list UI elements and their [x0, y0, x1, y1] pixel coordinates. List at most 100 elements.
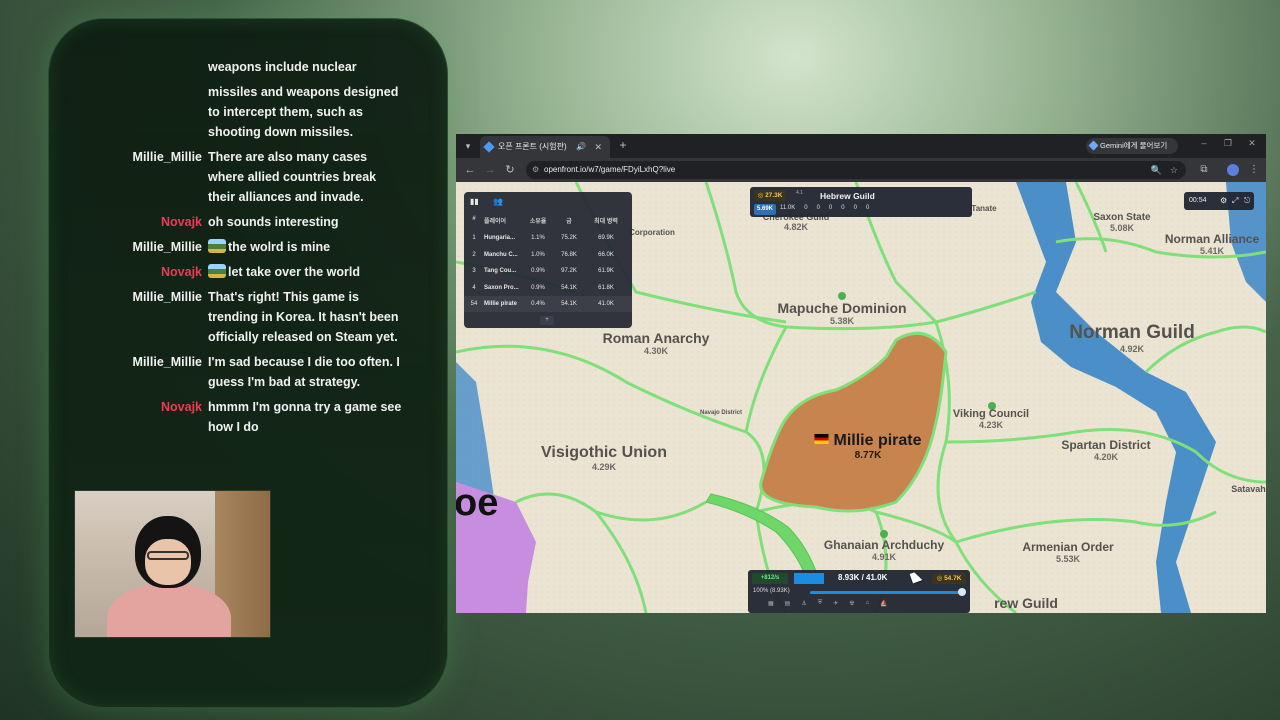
port-build-icon[interactable]: ⚓ [801, 600, 806, 607]
game-timer-panel: 00:54 ⚙ ⤢ ⎋ [1184, 192, 1254, 210]
webcam-feed [74, 490, 271, 638]
extensions-icon[interactable]: ⧉ [1196, 162, 1212, 178]
minimize-button[interactable]: – [1196, 138, 1212, 148]
tab-title: 오픈 프론트 (시험판) [498, 142, 567, 151]
emote-icon [208, 264, 226, 278]
game-timer: 00:54 [1189, 197, 1207, 204]
leaderboard-column-header[interactable]: 최대 병력 [584, 216, 628, 228]
leaderboard-cell-own: 0.9% [531, 268, 545, 274]
settings-gear-icon[interactable]: ⚙ [1220, 192, 1227, 210]
silo-build-icon[interactable]: ☢ [849, 600, 854, 607]
exit-icon[interactable]: ⎋ [1244, 192, 1250, 210]
leaderboard-cell-own: 1.0% [531, 251, 545, 258]
chat-text-content: That's right! This game is trending in K… [208, 290, 399, 344]
gold-value: 54.7K [944, 575, 962, 582]
leaderboard-chart-icon[interactable]: ▮▮ [470, 197, 479, 206]
chat-log: weapons include nuclear missiles and weap… [60, 60, 430, 450]
tab-search-icon[interactable]: ▾ [460, 138, 476, 154]
player-pop: 8.77K [854, 450, 882, 461]
leaderboard-header: # 플레이어 소유율 금 최대 병력 [464, 216, 632, 228]
territory-name: Visigothic Union [541, 444, 667, 461]
territory-pop: 4.23K [978, 420, 1004, 430]
territory-pop: 5.38K [829, 316, 855, 326]
team-icon[interactable]: 👥 [493, 197, 503, 206]
maximize-button[interactable]: ❐ [1220, 138, 1236, 149]
factory-build-icon[interactable]: ▤ [785, 600, 791, 607]
chat-username[interactable] [60, 82, 208, 142]
unit-count: 0 [853, 205, 857, 211]
edge-text: oe [456, 482, 499, 524]
leaderboard-row[interactable]: 1 Hungaria... 1.1% 75.2K 69.9K [464, 230, 632, 246]
population-rate: +812/s [752, 573, 788, 584]
gemini-label: Gemini에게 물어보기 [1100, 141, 1168, 150]
address-bar[interactable]: ⚙ openfront.io/w7/game/FDyiLxhQ?live 🔍 ☆ [526, 161, 1186, 179]
new-tab-button[interactable]: + [616, 138, 630, 152]
tab-close-icon[interactable]: ✕ [594, 136, 602, 158]
missile-build-icon[interactable]: ✈ [833, 600, 838, 607]
forward-button[interactable]: → [482, 162, 498, 178]
leaderboard-column-header[interactable]: 플레이어 [484, 216, 522, 228]
browser-window: ▾ 오픈 프론트 (시험판) 🔊 ✕ + Gemini에게 물어보기 – ❐ ✕… [456, 134, 1266, 613]
back-button[interactable]: ← [462, 162, 478, 178]
territory-pop: 4.92K [1119, 344, 1145, 354]
browser-toolbar: ← → ↻ ⚙ openfront.io/w7/game/FDyiLxhQ?li… [456, 158, 1266, 182]
territory-label: rew Guild [994, 595, 1058, 611]
hover-info-panel: ◎ 27.3K 5.69K 4.1 Hebrew Guild 11.0K 0 0 0 0… [750, 187, 972, 217]
chat-username[interactable]: Novajk [60, 212, 208, 232]
leaderboard-column-header[interactable]: # [464, 216, 484, 228]
chat-username[interactable]: Millie_Millie [60, 287, 208, 347]
chat-lines: weapons include nuclear missiles and weap… [60, 60, 430, 442]
fullscreen-icon[interactable]: ⤢ [1232, 192, 1238, 210]
profile-avatar[interactable] [1227, 164, 1239, 176]
chat-username[interactable]: Millie_Millie [60, 237, 208, 257]
chat-username[interactable] [60, 60, 208, 77]
leaderboard-column-header[interactable]: 소유율 [522, 216, 554, 228]
territory-label: Spartan District 4.20K [1061, 438, 1150, 462]
chat-username[interactable]: Novajk [60, 262, 208, 282]
hover-gold-value: 27.3K [765, 192, 783, 199]
tab-openfront[interactable]: 오픈 프론트 (시험판) 🔊 ✕ [480, 136, 610, 158]
territory-name: Norman Alliance [1164, 232, 1260, 246]
territory-label: Satavaha [1231, 484, 1266, 494]
territory-name: Saxon State [1093, 212, 1151, 223]
chat-text: the wolrd is mine [208, 237, 404, 257]
leaderboard-row[interactable]: 3 Tang Cou... 0.9% 97.2K 61.9K [464, 263, 632, 279]
chat-text-content: the wolrd is mine [228, 240, 331, 254]
bookmark-star-icon[interactable]: ☆ [1170, 161, 1178, 179]
player-name: Millie pirate [833, 432, 922, 449]
close-window-button[interactable]: ✕ [1244, 138, 1260, 149]
leaderboard-cell-gold: 97.2K [561, 268, 577, 274]
chat-username[interactable]: Millie_Millie [60, 352, 208, 392]
reload-button[interactable]: ↻ [502, 162, 518, 178]
zoom-icon[interactable]: 🔍 [1151, 161, 1162, 179]
chat-text: hmmm I'm gonna try a game see how I do [208, 397, 404, 437]
gemini-button[interactable]: Gemini에게 물어보기 [1086, 138, 1178, 154]
leaderboard-row[interactable]: 54 Millie pirate 0.4% 54.1K 41.0K [464, 296, 632, 312]
territory-name: Ghanaian Archduchy [823, 538, 945, 552]
leaderboard-row[interactable]: 4 Saxon Pro... 0.9% 54.1K 61.8K [464, 280, 632, 296]
chat-text: I'm sad because I die too often. I guess… [208, 352, 404, 392]
speaker-icon[interactable]: 🔊 [576, 136, 586, 158]
leaderboard-row[interactable]: 2 Manchu C... 1.0% 76.8K 66.0K [464, 247, 632, 263]
warship-build-icon[interactable]: ⛵ [880, 600, 887, 607]
leaderboard-cell-gold: 76.8K [561, 251, 577, 258]
sam-build-icon[interactable]: ⌂ [866, 600, 870, 607]
leaderboard-column-header[interactable]: 금 [554, 216, 584, 228]
site-info-icon[interactable]: ⚙ [532, 161, 539, 179]
attack-ratio-slider[interactable] [810, 591, 964, 594]
leaderboard-expand-button[interactable]: + [540, 316, 554, 325]
city-build-icon[interactable]: ▦ [768, 600, 774, 607]
hover-troops: 5.69K [754, 204, 776, 215]
leaderboard-cell-gold: 75.2K [561, 235, 577, 241]
game-canvas[interactable]: Corporation Cherokee Guild 4.82K Tanate Saxo… [456, 182, 1266, 613]
browser-menu-icon[interactable]: ⋮ [1246, 162, 1262, 178]
gold-amount: ◎ 54.7K [932, 573, 966, 584]
territory-label: Norman Alliance 5.41K [1165, 232, 1259, 256]
attack-ratio-slider-knob[interactable] [958, 588, 966, 596]
defense-build-icon[interactable]: ⛨ [818, 600, 823, 607]
chat-username[interactable]: Millie_Millie [60, 147, 208, 207]
gemini-icon [1088, 140, 1099, 151]
territory-label: Tanate [971, 204, 996, 213]
chat-username[interactable]: Novajk [60, 397, 208, 437]
territory-name: rew Guild [994, 595, 1058, 611]
